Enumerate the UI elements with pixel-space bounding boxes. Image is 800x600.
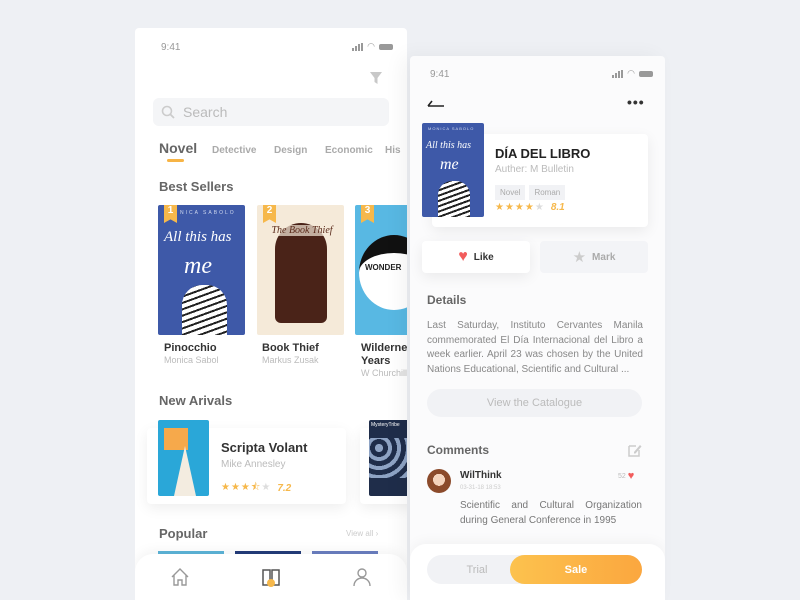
back-arrow-icon[interactable] [427, 98, 445, 108]
cover-title: MysteryTribe [371, 422, 400, 428]
book-title[interactable]: Scripta Volant [221, 440, 307, 455]
book-info: Book Thief Markus Zusak [262, 342, 347, 365]
cover-title: WONDER [365, 263, 402, 272]
battery-icon [639, 70, 653, 77]
book-cover-wilderness-years[interactable]: WONDER 3 [355, 205, 407, 335]
book-author: Mike Annesley [221, 459, 286, 470]
like-button[interactable]: ♥ Like [422, 241, 530, 273]
book-title[interactable]: Wilderness Years [361, 342, 407, 368]
popular-heading: Popular [159, 526, 208, 541]
book-author: W Churchill [361, 368, 407, 378]
details-heading: Details [427, 293, 467, 307]
more-options-icon[interactable]: ••• [627, 94, 645, 110]
category-tabs: Novel Detective Design Economic His [135, 140, 407, 160]
active-tab-indicator [167, 159, 184, 162]
cover-illustration [359, 235, 407, 310]
heart-icon: ♥ [627, 470, 635, 482]
comment-date: 03-31-18 18:53 [460, 485, 501, 491]
book-info: Pinocchio Monica Sabol [164, 342, 249, 365]
book-cover-pinocchio[interactable]: NICA SABOLO All this has me 1 [158, 205, 245, 335]
tab-history[interactable]: His [385, 145, 401, 156]
star-rating-icon: ★★★★★ [495, 202, 545, 213]
wifi-icon: ◠ [627, 68, 635, 78]
book-author: Markus Zusak [262, 355, 319, 365]
book-cover-scripta-volant [158, 420, 209, 496]
star-rating-icon: ★★★⯪★ [221, 482, 272, 493]
rating: ★★★★★ 8.1 [495, 202, 565, 213]
rank-badge: 2 [263, 205, 276, 223]
best-sellers-heading: Best Sellers [159, 179, 234, 194]
edit-icon[interactable] [628, 443, 642, 457]
cover-title-me: me [440, 156, 459, 173]
cover-author: NICA SABOLO [180, 210, 236, 216]
rating-score: 8.1 [550, 202, 565, 213]
cover-illustration [275, 223, 327, 323]
tab-novel[interactable]: Novel [159, 140, 197, 156]
book-icon[interactable] [260, 566, 282, 588]
user-icon[interactable] [351, 566, 373, 588]
book-author: Auther: M Bulletin [495, 164, 574, 175]
view-all-link[interactable]: View all › [346, 529, 378, 538]
book-detail-screen: 9:41 ◠ ••• MONICA SABOLO All this has me… [410, 56, 665, 600]
tag[interactable]: Novel [495, 185, 526, 200]
tab-detective[interactable]: Detective [212, 145, 256, 156]
bottom-nav [135, 554, 407, 600]
status-time: 9:41 [161, 42, 181, 53]
signal-icon [612, 69, 624, 78]
like-label: Like [473, 251, 494, 263]
tag[interactable]: Roman [529, 185, 566, 200]
status-time: 9:41 [430, 69, 450, 80]
book-tags: Novel Roman [495, 182, 569, 200]
signal-icon [352, 42, 364, 51]
book-info: Wilderness YearsW Churchill [361, 342, 407, 378]
cover-author: MONICA SABOLO [428, 126, 475, 131]
book-cover-book-thief[interactable]: The Book Thief 2 [257, 205, 344, 335]
search-placeholder: Search [183, 104, 228, 120]
mark-label: Mark [592, 251, 616, 263]
book-title[interactable]: Book Thief [262, 342, 347, 355]
status-icons: ◠ [612, 68, 653, 79]
filter-icon[interactable] [369, 71, 383, 85]
purchase-bar: Trial Sale [410, 544, 665, 600]
sale-button[interactable]: Sale [510, 555, 642, 584]
rating-score: 7.2 [277, 483, 292, 494]
comment-likes[interactable]: 52 ♥ [618, 470, 634, 482]
cover-title-me: me [184, 253, 212, 279]
home-icon[interactable] [169, 566, 191, 588]
view-catalogue-button[interactable]: View the Catalogue [427, 389, 642, 417]
rank-badge: 1 [164, 205, 177, 223]
mark-button[interactable]: ★ Mark [540, 241, 648, 273]
search-icon [161, 105, 175, 119]
cover-title: All this has [164, 229, 232, 245]
status-icons: ◠ [352, 41, 393, 52]
book-title[interactable]: Pinocchio [164, 342, 249, 355]
comments-heading: Comments [427, 443, 490, 457]
heart-icon: ♥ [458, 248, 468, 265]
bookstore-home-screen: 9:41 ◠ Search Novel Detective Design Eco… [135, 28, 407, 600]
star-icon: ★ [572, 249, 587, 266]
book-author: Monica Sabol [164, 355, 219, 365]
tab-design[interactable]: Design [274, 145, 307, 156]
wifi-icon: ◠ [367, 41, 375, 51]
cover-illustration [182, 285, 227, 335]
book-title: DÍA DEL LIBRO [495, 146, 591, 161]
comment-text: Scientific and Cultural Organization dur… [460, 500, 642, 526]
book-cover-mystery-tribe: MysteryTribe [369, 420, 407, 496]
search-input[interactable]: Search [153, 98, 389, 126]
cover-title: The Book Thief [267, 225, 337, 236]
details-text: Last Saturday, Instituto Cervantes Manil… [427, 320, 643, 375]
avatar[interactable] [427, 469, 451, 493]
book-cover: MONICA SABOLO All this has me [422, 123, 484, 217]
rank-badge: 3 [361, 205, 374, 223]
rating: ★★★⯪★ 7.2 [221, 480, 291, 497]
cover-title: All this has [426, 140, 472, 151]
cover-illustration [438, 181, 470, 217]
comment-user[interactable]: WilThink [460, 470, 502, 481]
battery-icon [379, 43, 393, 50]
new-arrivals-heading: New Arivals [159, 393, 233, 408]
like-count: 52 [618, 472, 626, 480]
tab-economic[interactable]: Economic [325, 145, 373, 156]
